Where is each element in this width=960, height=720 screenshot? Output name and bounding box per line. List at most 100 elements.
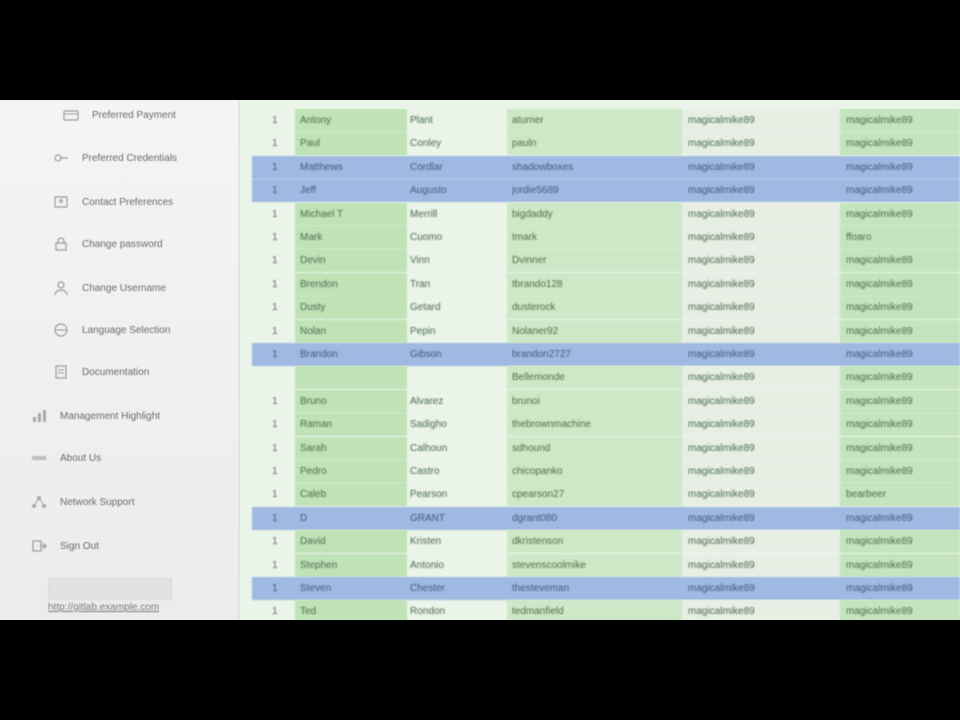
sidebar-item-change-password[interactable]: Change password (52, 232, 163, 256)
cell-username[interactable]: brunoi (512, 390, 682, 413)
cell-first-name[interactable]: Brendon (300, 273, 400, 296)
cell-first-name[interactable] (300, 366, 400, 389)
cell-username[interactable]: pauln (512, 132, 682, 155)
cell-password-confirm[interactable]: magicalmike89 (846, 600, 956, 620)
table-row[interactable]: 1 Nolan Pepin Nolaner92 magicalmike89 magical… (240, 319, 960, 343)
cell-username[interactable]: tedmanfield (512, 600, 682, 620)
table-row[interactable]: 1 Dusty Getard dusterock magicalmike89 magica… (240, 296, 960, 320)
cell-password-confirm[interactable]: magicalmike89 (846, 507, 956, 530)
cell-first-name[interactable]: Dusty (300, 296, 400, 319)
cell-password[interactable]: magicalmike89 (688, 390, 838, 413)
table-row[interactable]: 1 Paul Conley pauln magicalmike89 magicalmike… (240, 132, 960, 156)
table-row[interactable]: Bellemonde magicalmike89 magicalmike89 (240, 366, 960, 390)
cell-last-name[interactable]: Cordlar (410, 156, 505, 179)
cell-username[interactable]: shadowboxes (512, 156, 682, 179)
cell-password-confirm[interactable]: magicalmike89 (846, 249, 956, 272)
cell-password[interactable]: magicalmike89 (688, 179, 838, 202)
sidebar-item-preferred-credentials[interactable]: Preferred Credentials (52, 146, 177, 170)
cell-password-confirm[interactable]: magicalmike89 (846, 203, 956, 226)
cell-username[interactable]: Nolaner92 (512, 320, 682, 343)
cell-last-name[interactable]: Kristen (410, 530, 505, 553)
cell-username[interactable]: bigdaddy (512, 203, 682, 226)
cell-first-name[interactable]: Paul (300, 132, 400, 155)
cell-password-confirm[interactable]: magicalmike89 (846, 366, 956, 389)
cell-password[interactable]: magicalmike89 (688, 156, 838, 179)
cell-password-confirm[interactable]: magicalmike89 (846, 530, 956, 553)
cell-last-name[interactable]: Calhoun (410, 437, 505, 460)
cell-last-name[interactable]: Pearson (410, 483, 505, 506)
cell-last-name[interactable]: Plant (410, 109, 505, 132)
sidebar-item-documentation[interactable]: Documentation (52, 360, 149, 384)
cell-last-name[interactable]: Antonio (410, 554, 505, 577)
cell-password[interactable]: magicalmike89 (688, 507, 838, 530)
sidebar-item-management-highlight[interactable]: Management Highlight (30, 404, 160, 428)
table-row[interactable]: 1 David Kristen dkristenson magicalmike89 mag… (240, 530, 960, 554)
table-row[interactable]: 1 D GRANT dgrant080 magicalmike89 magicalmike… (240, 506, 960, 530)
cell-password[interactable]: magicalmike89 (688, 109, 838, 132)
cell-username[interactable]: thebrownmachine (512, 413, 682, 436)
cell-password-confirm[interactable]: magicalmike89 (846, 460, 956, 483)
cell-first-name[interactable]: Brandon (300, 343, 400, 366)
cell-first-name[interactable]: David (300, 530, 400, 553)
cell-first-name[interactable]: Pedro (300, 460, 400, 483)
cell-password[interactable]: magicalmike89 (688, 577, 838, 600)
table-row[interactable]: 1 Pedro Castro chicopanko magicalmike89 magic… (240, 460, 960, 483)
cell-last-name[interactable]: Castro (410, 460, 505, 483)
cell-first-name[interactable]: Bruno (300, 390, 400, 413)
cell-password[interactable]: magicalmike89 (688, 413, 838, 436)
cell-password[interactable]: magicalmike89 (688, 366, 838, 389)
table-row[interactable]: 1 Bruno Alvarez brunoi magicalmike89 magicalm… (240, 389, 960, 413)
cell-username[interactable]: dusterock (512, 296, 682, 319)
cell-last-name[interactable]: Cuomo (410, 226, 505, 249)
cell-password[interactable]: magicalmike89 (688, 320, 838, 343)
cell-last-name[interactable]: Merrill (410, 203, 505, 226)
cell-last-name[interactable]: GRANT (410, 507, 505, 530)
cell-first-name[interactable]: Steven (300, 577, 400, 600)
cell-username[interactable]: stevenscoolmike (512, 554, 682, 577)
cell-first-name[interactable]: Stephen (300, 554, 400, 577)
cell-password-confirm[interactable]: magicalmike89 (846, 273, 956, 296)
cell-first-name[interactable]: Caleb (300, 483, 400, 506)
cell-first-name[interactable]: Antony (300, 109, 400, 132)
cell-password[interactable]: magicalmike89 (688, 203, 838, 226)
sidebar-item-sign-out[interactable]: Sign Out (30, 534, 99, 558)
cell-password[interactable]: magicalmike89 (688, 343, 838, 366)
sidebar-item-change-username[interactable]: Change Username (52, 276, 166, 300)
cell-password-confirm[interactable]: bearbeer (846, 483, 956, 506)
table-row[interactable]: 1 Devin Vinn Dvinner magicalmike89 magicalmik… (240, 249, 960, 273)
cell-username[interactable]: Dvinner (512, 249, 682, 272)
cell-last-name[interactable]: Pepin (410, 320, 505, 343)
cell-password-confirm[interactable]: magicalmike89 (846, 179, 956, 202)
cell-first-name[interactable]: D (300, 507, 400, 530)
cell-password-confirm[interactable]: magicalmike89 (846, 554, 956, 577)
cell-last-name[interactable]: Sadigho (410, 413, 505, 436)
cell-password-confirm[interactable]: magicalmike89 (846, 156, 956, 179)
table-row[interactable]: 1 Antony Plant aturner magicalmike89 magicalm… (240, 109, 960, 132)
sidebar-bottom-field[interactable] (48, 578, 172, 600)
cell-username[interactable]: Bellemonde (512, 366, 682, 389)
table-row[interactable]: 1 Brandon Gibson brandon2727 magicalmike89 ma… (240, 343, 960, 366)
cell-password-confirm[interactable]: magicalmike89 (846, 577, 956, 600)
sidebar-bottom-link[interactable]: http://gitlab.example.com (48, 602, 159, 613)
cell-password[interactable]: magicalmike89 (688, 273, 838, 296)
cell-username[interactable]: brandon2727 (512, 343, 682, 366)
cell-password-confirm[interactable]: magicalmike89 (846, 320, 956, 343)
cell-last-name[interactable]: Chester (410, 577, 505, 600)
cell-last-name[interactable]: Conley (410, 132, 505, 155)
cell-username[interactable]: dkristenson (512, 530, 682, 553)
table-row[interactable]: 1 Brendon Tran tbrando128 magicalmike89 magic… (240, 272, 960, 296)
cell-password[interactable]: magicalmike89 (688, 249, 838, 272)
cell-first-name[interactable]: Ted (300, 600, 400, 620)
table-row[interactable]: 1 Sarah Calhoun sdhound magicalmike89 magical… (240, 436, 960, 460)
cell-first-name[interactable]: Jeff (300, 179, 400, 202)
table-row[interactable]: 1 Stephen Antonio stevenscoolmike magicalmik… (240, 553, 960, 577)
cell-last-name[interactable]: Getard (410, 296, 505, 319)
table-row[interactable]: 1 Matthews Cordlar shadowboxes magicalmike89… (240, 155, 960, 179)
sidebar-item-preferred-payment[interactable]: Preferred Payment (62, 103, 176, 127)
cell-first-name[interactable]: Mark (300, 226, 400, 249)
cell-last-name[interactable]: Alvarez (410, 390, 505, 413)
table-row[interactable]: 1 Michael T Merrill bigdaddy magicalmike89 ma… (240, 202, 960, 226)
cell-last-name[interactable]: Rondon (410, 600, 505, 620)
cell-username[interactable]: aturner (512, 109, 682, 132)
cell-username[interactable]: tbrando128 (512, 273, 682, 296)
